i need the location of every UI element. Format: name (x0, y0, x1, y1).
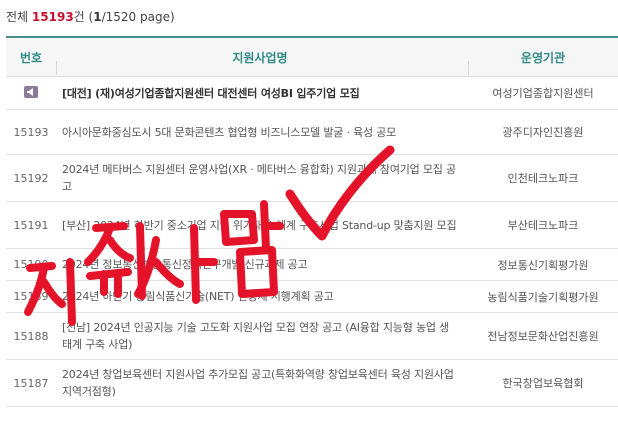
table-row[interactable]: 15190 2024년 정보통신방송통신정책연구개발 신규과제 공고 정보통신기… (6, 249, 618, 281)
table-row[interactable]: 15189 2024년 하반기 농림식품신기술(NET) 인증제 시행계획 공고… (6, 281, 618, 313)
table-header: 번호 지원사업명 운영기관 (6, 36, 618, 77)
support-program-board: 번호 지원사업명 운영기관 [대전] (재)여성기업종합지원센터 대전센터 여성… (6, 36, 618, 407)
row-number: 15188 (13, 329, 49, 343)
summary-page-total: /1520 page) (101, 10, 175, 24)
row-title-link[interactable]: 2024년 정보통신방송통신정책연구개발 신규과제 공고 (56, 256, 468, 273)
table-row[interactable]: 15192 2024년 메타버스 지원센터 운영사업(XR · 메타버스 융합화… (6, 155, 618, 202)
result-summary: 전체 15193건 (1/1520 page) (6, 8, 175, 25)
summary-count: 15193 (31, 10, 74, 24)
row-org: 광주디자인진흥원 (502, 126, 584, 139)
table-row-notice[interactable]: [대전] (재)여성기업종합지원센터 대전센터 여성BI 입주기업 모집 여성기… (6, 77, 618, 110)
row-number: 15193 (13, 125, 49, 139)
row-title-link[interactable]: 2024년 하반기 농림식품신기술(NET) 인증제 시행계획 공고 (56, 288, 468, 305)
table-row[interactable]: 15193 아시아문화중심도시 5대 문화콘텐츠 협업형 비즈니스모델 발굴 ·… (6, 110, 618, 155)
row-org: 인천테크노파크 (507, 172, 579, 185)
row-org: 정보통신기획평가원 (497, 258, 589, 272)
megaphone-icon (24, 85, 38, 98)
row-org: 전남정보문화산업진흥원 (487, 330, 599, 343)
notice-cell (6, 85, 56, 101)
table-row[interactable]: 15188 [전남] 2024년 인공지능 기술 고도화 지원사업 모집 연장 … (6, 313, 618, 360)
row-org: 여성기업종합지원센터 (492, 87, 594, 100)
row-number: 15189 (13, 290, 49, 303)
table-row[interactable]: 15191 [부산] 2024년 하반기 중소기업 지역 위기대응 체계 구축사… (6, 202, 618, 249)
row-title-link[interactable]: 2024년 창업보육센터 지원사업 추가모집 공고(특화화역량 창업보육센터 육… (56, 366, 468, 400)
row-number: 15187 (13, 376, 49, 390)
row-org: 농림식품기술기획평가원 (487, 290, 599, 304)
header-number: 번호 (19, 50, 43, 65)
row-title-link[interactable]: 2024년 메타버스 지원센터 운영사업(XR · 메타버스 융합화) 지원과제… (56, 161, 468, 195)
row-org: 부산테크노파크 (507, 219, 579, 232)
table-row[interactable]: 15187 2024년 창업보육센터 지원사업 추가모집 공고(특화화역량 창업… (6, 360, 618, 407)
row-org: 한국창업보육협회 (502, 377, 584, 390)
row-number: 15192 (13, 171, 49, 185)
row-title-link[interactable]: [대전] (재)여성기업종합지원센터 대전센터 여성BI 입주기업 모집 (56, 85, 468, 102)
row-title-link[interactable]: [부산] 2024년 하반기 중소기업 지역 위기대응 체계 구축사업 Stan… (56, 217, 468, 234)
header-org: 운영기관 (468, 49, 618, 75)
summary-unit: 건 (73, 10, 85, 24)
row-title-link[interactable]: [전남] 2024년 인공지능 기술 고도화 지원사업 모집 연장 공고 (AI… (56, 319, 468, 353)
summary-current-page: 1 (93, 10, 102, 24)
header-title: 지원사업명 (56, 49, 468, 75)
row-number: 15191 (13, 218, 49, 232)
row-title-link[interactable]: 아시아문화중심도시 5대 문화콘텐츠 협업형 비즈니스모델 발굴 · 육성 공모 (56, 124, 468, 141)
summary-prefix: 전체 (6, 10, 29, 24)
row-number: 15190 (13, 258, 49, 271)
